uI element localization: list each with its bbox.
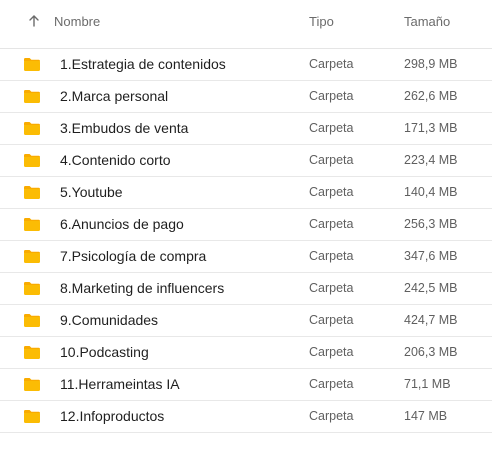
file-name: 6.Anuncios de pago [60,216,184,232]
file-name: 7.Psicología de compra [60,248,207,264]
file-type: Carpeta [309,89,354,103]
file-size: 298,9 MB [404,57,458,71]
folder-icon [23,217,41,232]
folder-icon [23,185,41,200]
folder-icon [23,345,41,360]
file-name: 5.Youtube [60,184,123,200]
file-name: 4.Contenido corto [60,152,171,168]
file-row[interactable]: 12.Infoproductos Carpeta 147 MB [0,401,492,433]
file-name: 3.Embudos de venta [60,120,189,136]
file-type: Carpeta [309,153,354,167]
column-header-name[interactable]: Nombre [54,14,100,29]
file-row[interactable]: 10.Podcasting Carpeta 206,3 MB [0,337,492,369]
file-type: Carpeta [309,57,354,71]
folder-icon [23,121,41,136]
file-size: 242,5 MB [404,281,458,295]
file-size: 256,3 MB [404,217,458,231]
folder-icon [23,89,41,104]
file-row[interactable]: 6.Anuncios de pago Carpeta 256,3 MB [0,209,492,241]
file-row[interactable]: 4.Contenido corto Carpeta 223,4 MB [0,145,492,177]
file-size: 347,6 MB [404,249,458,263]
folder-icon [23,281,41,296]
file-size: 171,3 MB [404,121,458,135]
arrow-up-icon[interactable] [26,13,42,29]
file-name: 1.Estrategia de contenidos [60,56,226,72]
folder-icon [23,249,41,264]
file-row[interactable]: 7.Psicología de compra Carpeta 347,6 MB [0,241,492,273]
file-row[interactable]: 11.Herrameintas IA Carpeta 71,1 MB [0,369,492,401]
file-size: 71,1 MB [404,377,451,391]
file-size: 147 MB [404,409,448,423]
file-list: 1.Estrategia de contenidos Carpeta 298,9 M… [0,49,492,433]
folder-icon [23,377,41,392]
file-size: 223,4 MB [404,153,458,167]
file-name: 9.Comunidades [60,312,159,328]
file-type: Carpeta [309,281,354,295]
file-name: 12.Infoproductos [60,408,165,424]
column-header-type[interactable]: Tipo [309,14,334,29]
file-name: 11.Herrameintas IA [60,376,180,392]
file-row[interactable]: 8.Marketing de influencers Carpeta 242,5 M… [0,273,492,305]
folder-icon [23,409,41,424]
file-row[interactable]: 1.Estrategia de contenidos Carpeta 298,9 M… [0,49,492,81]
file-size: 424,7 MB [404,313,458,327]
folder-icon [23,57,41,72]
file-type: Carpeta [309,345,354,359]
file-list-header: Nombre Tipo Tamaño [0,0,492,49]
column-header-size[interactable]: Tamaño [404,14,450,29]
file-type: Carpeta [309,121,354,135]
file-size: 262,6 MB [404,89,458,103]
file-name: 10.Podcasting [60,344,149,360]
file-row[interactable]: 5.Youtube Carpeta 140,4 MB [0,177,492,209]
file-size: 140,4 MB [404,185,458,199]
file-size: 206,3 MB [404,345,458,359]
file-type: Carpeta [309,249,354,263]
folder-icon [23,313,41,328]
file-name: 8.Marketing de influencers [60,280,225,296]
file-type: Carpeta [309,185,354,199]
file-type: Carpeta [309,377,354,391]
file-name: 2.Marca personal [60,88,169,104]
file-type: Carpeta [309,313,354,327]
file-row[interactable]: 9.Comunidades Carpeta 424,7 MB [0,305,492,337]
file-row[interactable]: 3.Embudos de venta Carpeta 171,3 MB [0,113,492,145]
file-row[interactable]: 2.Marca personal Carpeta 262,6 MB [0,81,492,113]
file-type: Carpeta [309,409,354,423]
folder-icon [23,153,41,168]
file-type: Carpeta [309,217,354,231]
